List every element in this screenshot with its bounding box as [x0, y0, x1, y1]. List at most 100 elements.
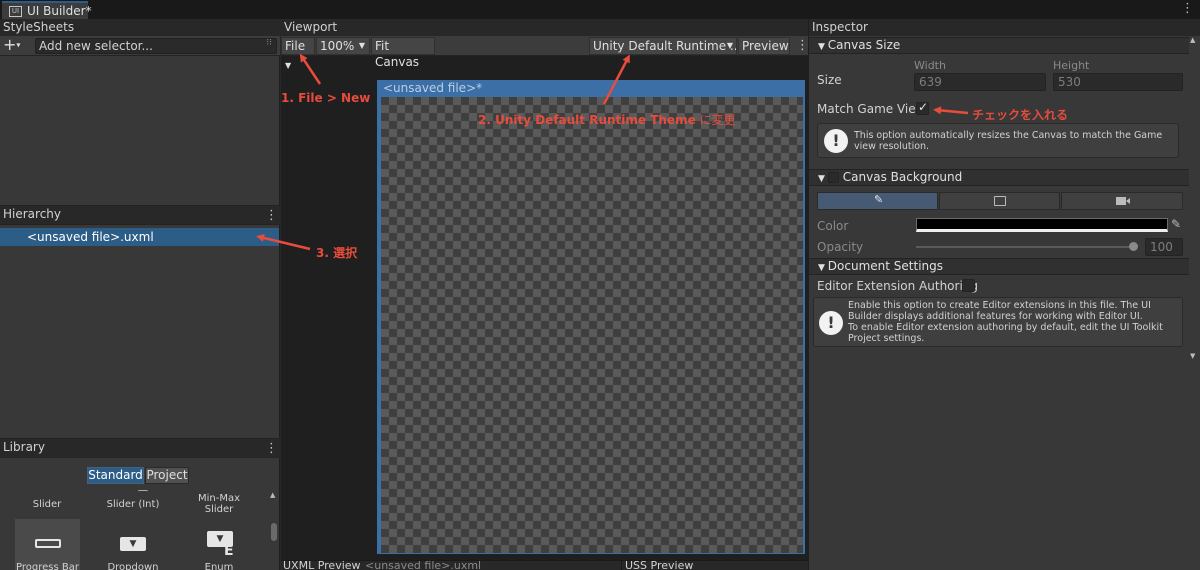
tab-standard[interactable]: Standard [87, 467, 144, 484]
editor-extension-label: Editor Extension Authoring [817, 279, 979, 293]
check-icon: ✓ [918, 100, 929, 114]
color-field[interactable] [916, 218, 1168, 232]
editor-extension-checkbox[interactable] [962, 279, 975, 292]
hierarchy-header-bar: Hierarchy ⋮ [0, 205, 280, 225]
zoom-dropdown[interactable]: 100% ▼ [316, 37, 370, 55]
annotation-check: チェックを入れる [972, 108, 1069, 122]
fit-canvas-button[interactable]: Fit Canvas [371, 37, 435, 69]
uss-preview-label: USS Preview [625, 559, 694, 570]
scrollbar-thumb[interactable] [271, 523, 277, 541]
color-label: Color [817, 219, 849, 233]
stylesheets-header: StyleSheets [0, 19, 280, 36]
theme-dropdown[interactable]: Unity Default Runtime ... ▼ [589, 37, 737, 55]
library-item-slider-int[interactable]: Slider (Int) [100, 499, 166, 510]
scroll-up-icon[interactable]: ▲ [270, 491, 275, 499]
stylesheets-toolbar: +▾ Add new selector... ⁝⁝ [0, 36, 280, 56]
opacity-label: Opacity [817, 240, 864, 254]
height-field[interactable]: 530 [1053, 73, 1183, 91]
library-scrollbar[interactable]: ▲ [270, 491, 278, 570]
hierarchy-header: Hierarchy [3, 207, 62, 221]
size-label: Size [817, 73, 842, 87]
annotation-theme-main: 2. Unity Default Runtime Theme [478, 113, 696, 127]
zoom-label: 100% [320, 39, 355, 53]
image-mode-tab[interactable] [939, 192, 1060, 210]
viewport-header: Viewport [281, 19, 808, 36]
tab-project[interactable]: Project [145, 467, 189, 484]
opacity-field[interactable]: 100 [1145, 238, 1183, 256]
opacity-slider-thumb[interactable] [1129, 242, 1138, 251]
height-label: Height [1053, 59, 1090, 72]
left-pane: StyleSheets +▾ Add new selector... ⁝⁝ Hi… [0, 19, 280, 570]
editor-extension-help-text: Enable this option to create Editor exte… [848, 300, 1163, 344]
preview-bar: UXML Preview <unsaved file>.uxml USS Pre… [281, 559, 808, 570]
add-stylesheet-button[interactable]: +▾ [3, 37, 33, 55]
match-game-view-help: ! This option automatically resizes the … [817, 123, 1179, 158]
camera-mode-tab[interactable] [1061, 192, 1183, 210]
file-menu-button[interactable]: File ▼ [281, 37, 315, 70]
foldout-arrow-icon: ▼ [818, 174, 828, 184]
document-settings-title: Document Settings [827, 259, 943, 273]
dropdown-icon: ▼ [120, 537, 146, 551]
library-item-slider[interactable]: Slider [14, 499, 80, 510]
theme-label: Unity Default Runtime ... [593, 39, 737, 53]
stylesheets-list [0, 56, 279, 206]
chevron-down-icon: ▾ [16, 40, 21, 50]
annotation-file-new: 1. File > New [281, 91, 371, 105]
image-icon [994, 196, 1006, 206]
window-more-icon[interactable]: ⋮ [1181, 1, 1194, 16]
canvas-title[interactable]: <unsaved file>* [383, 80, 482, 96]
camera-icon [1116, 197, 1126, 205]
preview-button[interactable]: Preview [738, 37, 790, 55]
inspector-header: Inspector [809, 19, 1200, 36]
window-tab[interactable]: UI UI Builder* [2, 1, 92, 19]
opacity-slider-track[interactable] [916, 246, 1135, 248]
new-selector-input[interactable]: Add new selector... [35, 38, 277, 54]
match-game-view-checkbox[interactable]: ✓ [916, 100, 929, 115]
document-settings-foldout[interactable]: ▼ Document Settings [809, 258, 1189, 275]
canvas-background-checkbox[interactable] [827, 172, 839, 183]
match-help-text: This option automatically resizes the Ca… [854, 130, 1163, 152]
library-more-icon[interactable]: ⋮ [265, 440, 278, 457]
canvas-area[interactable] [381, 97, 803, 553]
scroll-up-icon[interactable]: ▲ [1190, 36, 1195, 44]
info-icon: ! [824, 129, 848, 153]
slider-int-icon [138, 490, 148, 493]
inspector-pane: Inspector ▼ Canvas Size Size Width 639 H… [808, 19, 1200, 570]
annotation-theme-suffix: に変更 [695, 113, 736, 127]
camera-lens-icon [1126, 198, 1130, 204]
hierarchy-item[interactable]: <unsaved file>.uxml [0, 228, 279, 246]
window-title: UI Builder* [27, 4, 92, 18]
foldout-arrow-icon: ▼ [818, 42, 828, 52]
canvas-size-title: Canvas Size [827, 38, 901, 52]
inspector-scrollbar[interactable]: ▲ ▼ [1188, 36, 1200, 366]
ui-builder-icon: UI [9, 6, 22, 17]
library-item-min-max-slider[interactable]: Min-Max Slider [186, 493, 252, 515]
color-picker-icon[interactable]: ✎ [1171, 217, 1181, 231]
enum-letter-icon: E [224, 543, 234, 559]
annotation-select: 3. 選択 [316, 246, 358, 260]
selector-options-icon[interactable]: ⁝⁝ [266, 38, 272, 48]
chevron-down-icon: ▼ [285, 61, 292, 70]
canvas-size-foldout[interactable]: ▼ Canvas Size [809, 37, 1189, 54]
window-tab-bar: UI UI Builder* ⋮ [0, 0, 1200, 19]
editor-extension-help: ! Enable this option to create Editor ex… [813, 297, 1183, 347]
scroll-down-icon[interactable]: ▼ [1190, 352, 1195, 360]
width-label: Width [914, 59, 946, 72]
match-game-view-label: Match Game View [817, 102, 926, 116]
canvas-background-foldout[interactable]: ▼ Canvas Background [809, 169, 1189, 186]
width-field[interactable]: 639 [914, 73, 1046, 91]
library-item-enum[interactable]: Enum [186, 562, 252, 570]
progress-bar-icon [35, 539, 61, 548]
viewport-toolbar: File ▼ 100% ▼ Fit Canvas Unity Default Ru… [281, 36, 809, 70]
library-item-dropdown[interactable]: Dropdown [100, 562, 166, 570]
annotation-theme: 2. Unity Default Runtime Theme に変更 [478, 111, 736, 128]
preview-divider[interactable] [621, 561, 622, 570]
canvas-background-title: Canvas Background [842, 170, 963, 184]
hierarchy-more-icon[interactable]: ⋮ [265, 207, 278, 224]
library-header-bar: Library ⋮ [0, 438, 280, 458]
uxml-preview-label: UXML Preview [283, 559, 361, 570]
library-item-progress-bar[interactable]: Progress Bar [15, 519, 80, 570]
color-mode-tab[interactable]: ✎ [817, 192, 938, 210]
library-item-label: Progress Bar [16, 562, 79, 570]
chevron-down-icon: ▼ [726, 41, 733, 50]
